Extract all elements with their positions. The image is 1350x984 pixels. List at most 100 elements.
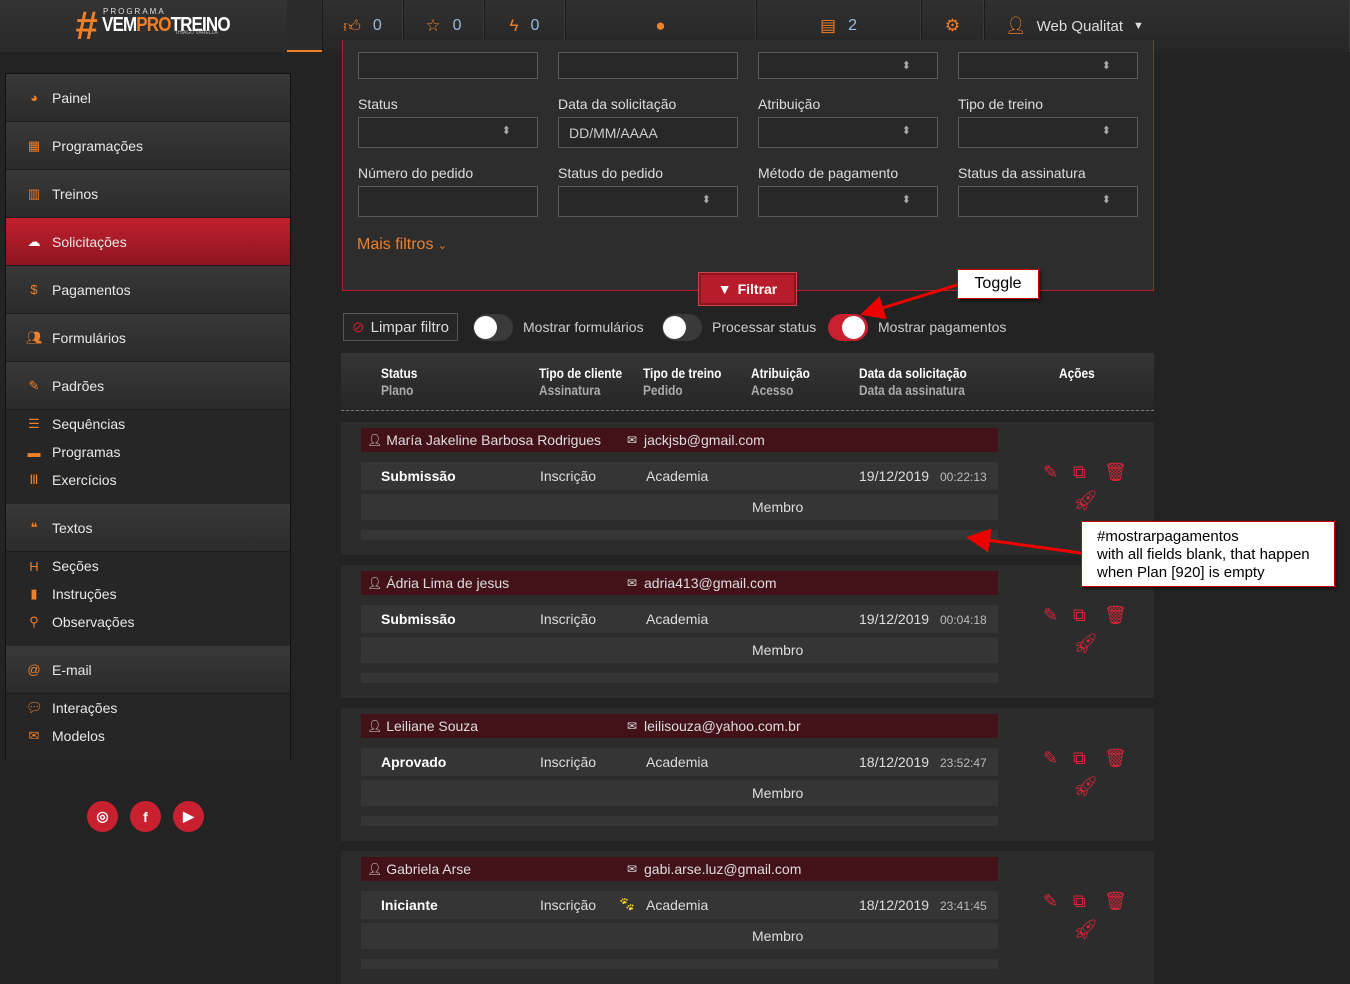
client-name[interactable]: Ádria Lima de jesus xyxy=(386,575,509,591)
request-date: 19/12/2019 xyxy=(859,468,930,484)
rocket-icon[interactable]: 🚀︎ xyxy=(1073,631,1098,656)
record-name-bar: 👤︎ María Jakeline Barbosa Rodrigues ✉ jack… xyxy=(361,428,998,452)
copy-icon[interactable]: ⧉ xyxy=(1073,605,1086,626)
sidebar-item-15[interactable]: 💬︎ Interações xyxy=(6,694,290,722)
envelope-icon: ✉ xyxy=(627,576,638,590)
user-icon: 👤︎ xyxy=(367,862,383,876)
sidebar-item-6[interactable]: ✎ Padrões xyxy=(6,362,290,410)
youtube-icon[interactable]: ▶ xyxy=(173,801,204,832)
sidebar-item-10[interactable]: ❝ Textos xyxy=(6,504,290,552)
logo[interactable]: # PROGRAMA VEMPROTREINO THIAGO VARELLA xyxy=(0,0,287,52)
request-time: 23:41:45 xyxy=(940,899,987,913)
sidebar-item-16[interactable]: ✉ Modelos xyxy=(6,722,290,750)
record-data-row: Submissão Inscrição Academia 19/12/2019 … xyxy=(361,462,998,490)
client-name[interactable]: Leiliane Souza xyxy=(386,718,478,734)
column-header[interactable]: Ações xyxy=(1059,365,1095,382)
filter-field[interactable] xyxy=(358,186,538,217)
sidebar-item-12[interactable]: ▮ Instruções xyxy=(6,580,290,608)
payments-row xyxy=(361,530,998,540)
filter-field[interactable] xyxy=(758,186,938,217)
filter-label: Status da assinatura xyxy=(958,165,1086,181)
sidebar-item-9[interactable]: Ⅲ Exercícios xyxy=(6,466,290,494)
envelope-icon: ✉ xyxy=(627,719,638,733)
filter-panel: Status Data da solicitação DD/MM/AAAA Atrib… xyxy=(342,40,1154,291)
menu-icon: ▦ xyxy=(27,137,41,153)
menu-icon: ❝ xyxy=(30,519,38,535)
rocket-icon[interactable]: 🚀︎ xyxy=(1073,774,1098,799)
instagram-icon[interactable]: ◎ xyxy=(87,801,118,832)
client-name[interactable]: Gabriela Arse xyxy=(386,861,471,877)
menu-icon: H xyxy=(29,558,39,574)
show-forms-toggle[interactable] xyxy=(473,314,513,341)
rocket-icon[interactable]: 🚀︎ xyxy=(1073,917,1098,942)
thumbs-up-icon: 👍︎ xyxy=(343,16,361,36)
process-status-toggle[interactable] xyxy=(662,314,702,341)
status: Aprovado xyxy=(381,754,447,770)
sidebar-item-8[interactable]: ▬ Programas xyxy=(6,438,290,466)
filter-field[interactable] xyxy=(958,186,1138,217)
column-header[interactable]: Tipo de cliente Assinatura xyxy=(539,365,622,399)
column-header[interactable]: Atribuição Acesso xyxy=(751,365,810,399)
sidebar-item-7[interactable]: ☰ Sequências xyxy=(6,410,290,438)
filter-label: Método de pagamento xyxy=(758,165,899,181)
filter-label: Tipo de treino xyxy=(958,96,1044,112)
more-filters-link[interactable]: Mais filtros ⌄ xyxy=(357,236,447,254)
menu-icon: ☁ xyxy=(27,233,41,249)
access: Membro xyxy=(752,499,804,515)
client-name[interactable]: María Jakeline Barbosa Rodrigues xyxy=(386,432,601,448)
edit-icon[interactable]: ✎ xyxy=(1043,462,1058,483)
training-type: Academia xyxy=(646,754,709,770)
show-payments-toggle[interactable] xyxy=(828,314,868,341)
client-type: Inscrição xyxy=(540,611,597,627)
request-date: 18/12/2019 xyxy=(859,754,930,770)
sidebar-item-4[interactable]: $ Pagamentos xyxy=(6,266,290,314)
filter-field[interactable] xyxy=(758,117,938,148)
filter-input-top[interactable] xyxy=(958,52,1138,79)
filter-input-top[interactable] xyxy=(558,52,738,79)
filter-input-top[interactable] xyxy=(758,52,938,79)
filter-label: Atribuição xyxy=(758,96,821,112)
edit-icon[interactable]: ✎ xyxy=(1043,748,1058,769)
copy-icon[interactable]: ⧉ xyxy=(1073,462,1086,483)
copy-icon[interactable]: ⧉ xyxy=(1073,891,1086,912)
sidebar-item-3[interactable]: ☁ Solicitações xyxy=(6,218,290,266)
client-email: jackjsb@gmail.com xyxy=(644,432,765,448)
envelope-icon: ✉ xyxy=(627,862,638,876)
trash-icon[interactable]: 🗑︎ xyxy=(1104,605,1127,626)
sidebar-item-14[interactable]: @ E-mail xyxy=(6,646,290,694)
sidebar-item-11[interactable]: H Seções xyxy=(6,552,290,580)
column-header[interactable]: Data da solicitação Data da assinatura xyxy=(859,365,967,399)
client-type: Inscrição xyxy=(540,897,597,913)
paw-icon: 🐾︎ xyxy=(618,896,636,912)
column-header[interactable]: Tipo de treino Pedido xyxy=(643,365,721,399)
training-type: Academia xyxy=(646,897,709,913)
filter-button[interactable]: ▼ Filtrar xyxy=(698,272,797,306)
clear-filter-button[interactable]: ⊘ Limpar filtro xyxy=(343,313,458,341)
annotation-note: #mostrarpagamentos with all fields blank,… xyxy=(1081,521,1335,587)
trash-icon[interactable]: 🗑︎ xyxy=(1104,748,1127,769)
filter-field[interactable] xyxy=(558,186,738,217)
rocket-icon[interactable]: 🚀︎ xyxy=(1073,488,1098,513)
table-row: 👤︎ Gabriela Arse ✉ gabi.arse.luz@gmail.com… xyxy=(341,851,1154,984)
sidebar-item-5[interactable]: 👥︎ Formulários xyxy=(6,314,290,362)
client-email: adria413@gmail.com xyxy=(644,575,777,591)
column-header[interactable]: Status Plano xyxy=(381,365,417,399)
trash-icon[interactable]: 🗑︎ xyxy=(1104,462,1127,483)
edit-icon[interactable]: ✎ xyxy=(1043,891,1058,912)
filter-field[interactable] xyxy=(358,117,538,148)
edit-icon[interactable]: ✎ xyxy=(1043,605,1058,626)
filter-field[interactable] xyxy=(958,117,1138,148)
sidebar-item-1[interactable]: ▦ Programações xyxy=(6,122,290,170)
menu-icon: ◕ xyxy=(30,90,38,105)
record-name-bar: 👤︎ Leiliane Souza ✉ leilisouza@yahoo.com.b… xyxy=(361,714,998,738)
copy-icon[interactable]: ⧉ xyxy=(1073,748,1086,769)
sidebar-item-13[interactable]: ⚲ Observações xyxy=(6,608,290,636)
sidebar-item-2[interactable]: ▥ Treinos xyxy=(6,170,290,218)
show-payments-label: Mostrar pagamentos xyxy=(878,319,1007,335)
trash-icon[interactable]: 🗑︎ xyxy=(1104,891,1127,912)
filter-input-top[interactable] xyxy=(358,52,538,79)
facebook-icon[interactable]: f xyxy=(130,801,161,832)
sidebar-item-0[interactable]: ◕ Painel xyxy=(6,74,290,122)
filter-field[interactable]: DD/MM/AAAA xyxy=(558,117,738,148)
menu-icon: @ xyxy=(27,662,41,677)
